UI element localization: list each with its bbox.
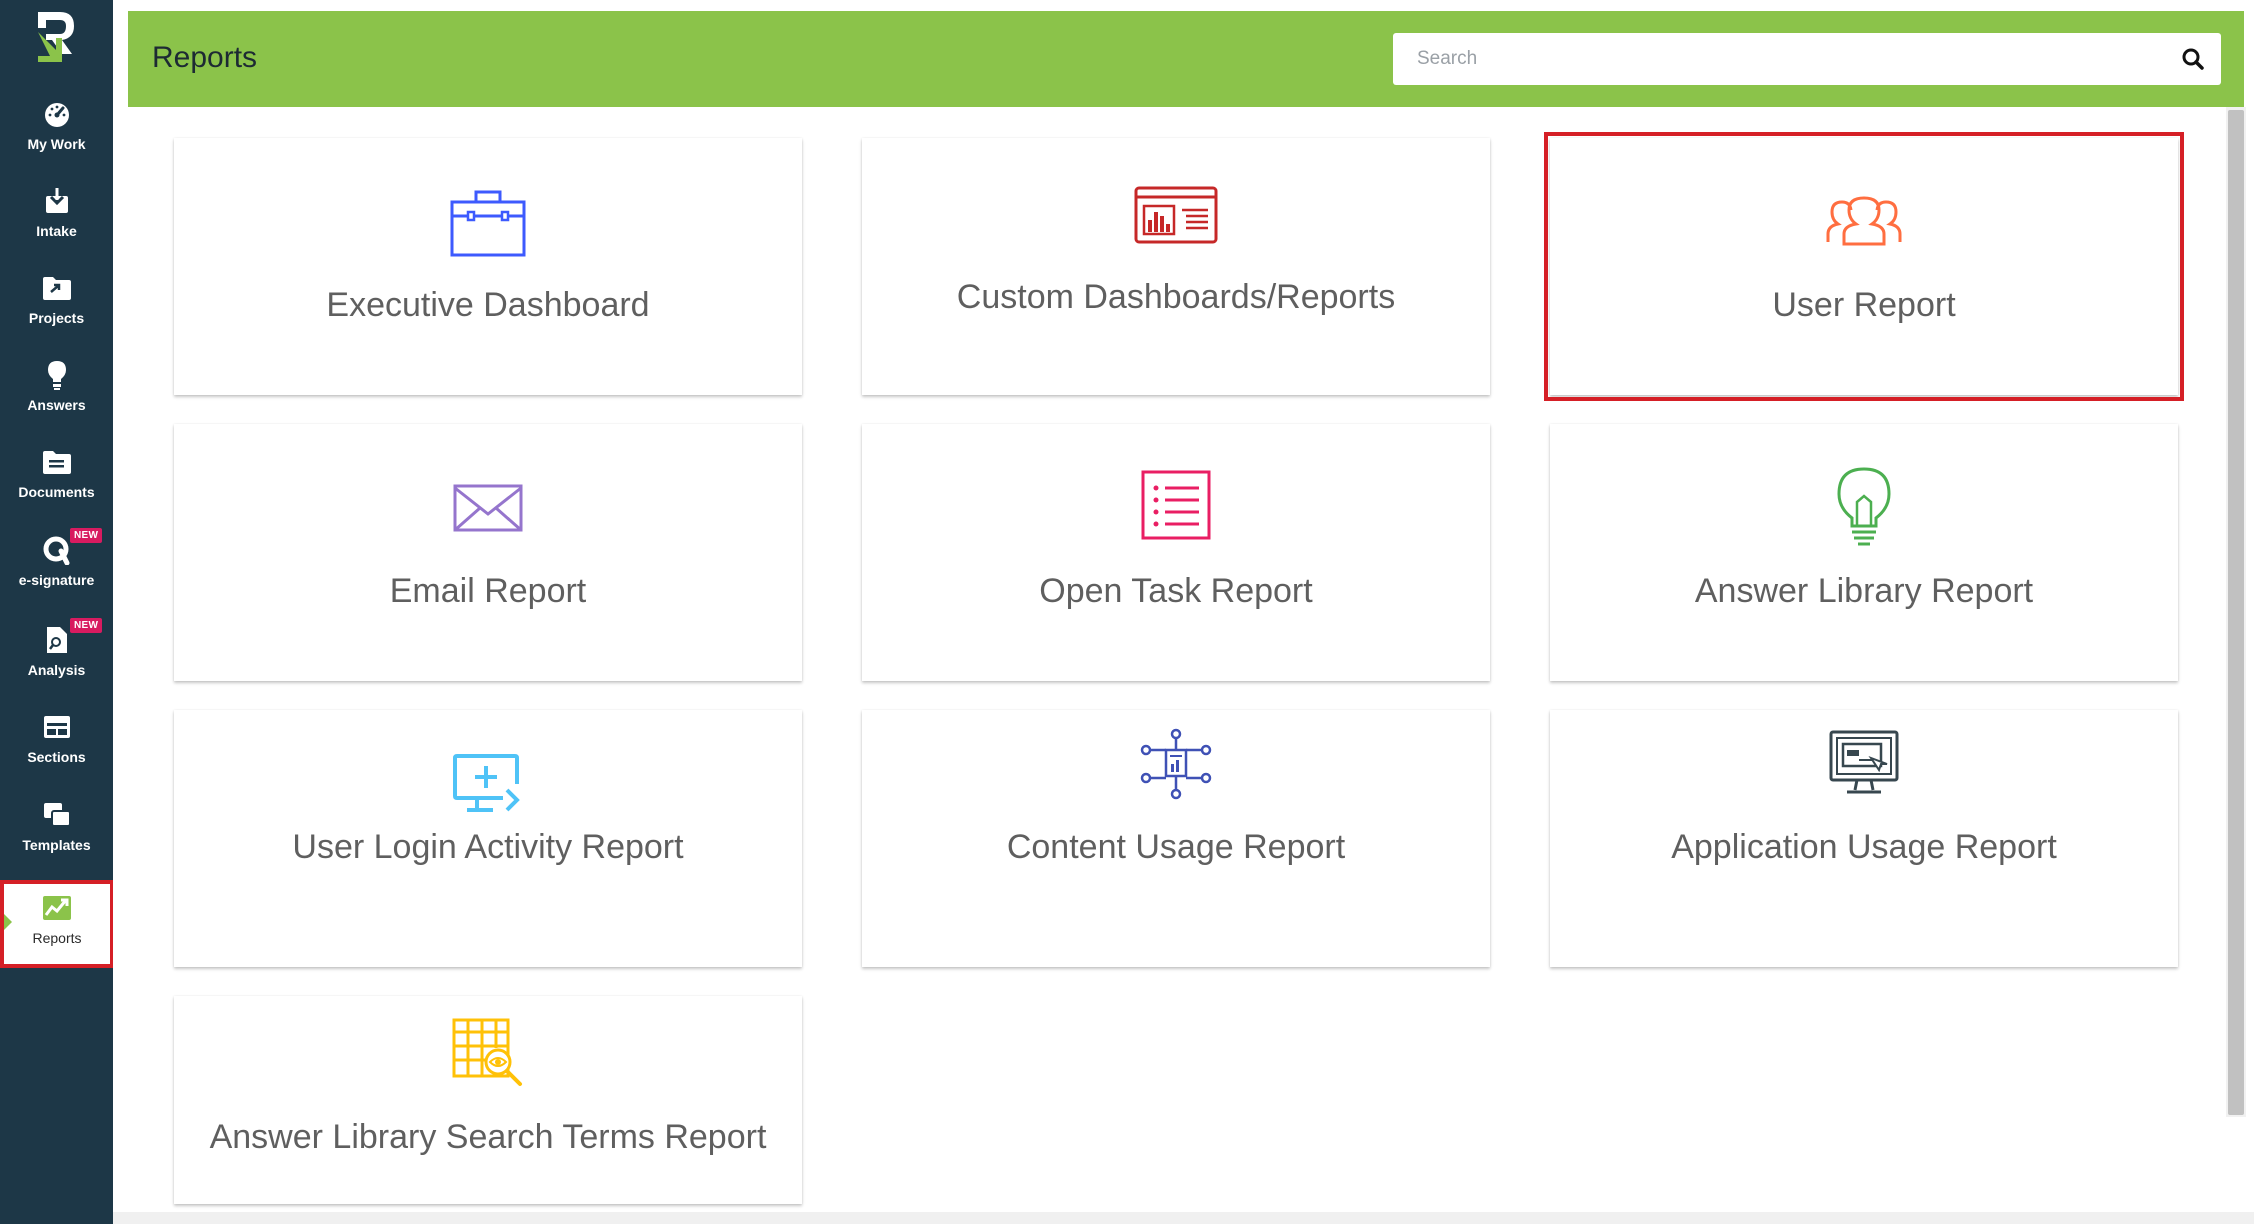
new-badge: NEW <box>70 528 103 543</box>
dashboard-chart-icon <box>862 186 1490 244</box>
templates-stack-icon <box>41 799 73 831</box>
card-title: User Login Activity Report <box>292 828 684 866</box>
card-open-task-report[interactable]: Open Task Report <box>862 424 1490 681</box>
sidebar-item-label: Analysis <box>27 662 86 678</box>
monitor-app-icon <box>1550 730 2178 798</box>
card-title: Answer Library Search Terms Report <box>209 1118 767 1156</box>
sidebar-item-label: Documents <box>18 484 95 500</box>
card-executive-dashboard[interactable]: Executive Dashboard <box>174 138 802 395</box>
app-logo-icon[interactable] <box>32 8 80 68</box>
card-custom-dashboards-reports[interactable]: Custom Dashboards/Reports <box>862 138 1490 395</box>
card-content-usage-report[interactable]: Content Usage Report <box>862 710 1490 967</box>
sidebar-item-label: e-signature <box>18 572 95 588</box>
sidebar-item-label: Templates <box>22 837 91 853</box>
card-title: Custom Dashboards/Reports <box>956 278 1396 316</box>
card-user-report[interactable]: User Report <box>1544 132 2184 401</box>
sidebar-item-label: Intake <box>36 223 77 239</box>
scrollbar-thumb[interactable] <box>2228 110 2244 1115</box>
sidebar-item-sections[interactable]: Sections <box>0 703 113 789</box>
card-title: Answer Library Report <box>1694 572 2034 610</box>
page-title: Reports <box>152 41 258 74</box>
document-analysis-icon <box>41 624 73 656</box>
sidebar-item-my-work[interactable]: My Work <box>0 90 113 176</box>
card-title: Executive Dashboard <box>326 286 650 324</box>
users-icon <box>1550 194 2178 246</box>
card-title: Application Usage Report <box>1671 828 2057 866</box>
sidebar-item-intake[interactable]: Intake <box>0 177 113 263</box>
sections-layout-icon <box>41 711 73 743</box>
card-answer-library-report[interactable]: Answer Library Report <box>1550 424 2178 681</box>
card-title: Open Task Report <box>1039 572 1313 610</box>
sidebar-item-label: Projects <box>28 310 85 326</box>
card-title: Email Report <box>389 572 587 610</box>
card-user-login-activity-report[interactable]: User Login Activity Report <box>174 710 802 967</box>
envelope-icon <box>174 484 802 532</box>
briefcase-icon <box>174 186 802 258</box>
inbox-download-icon <box>41 185 73 217</box>
documents-folder-icon <box>41 446 73 478</box>
speedometer-icon <box>41 98 73 130</box>
sidebar-item-reports[interactable]: Reports <box>0 880 114 968</box>
task-list-icon <box>862 470 1490 540</box>
sidebar-item-e-signature[interactable]: NEW e-signature <box>0 526 113 612</box>
monitor-login-icon <box>174 754 802 816</box>
folder-icon <box>41 272 73 304</box>
card-email-report[interactable]: Email Report <box>174 424 802 681</box>
search-box <box>1393 33 2221 85</box>
sidebar-item-documents[interactable]: Documents <box>0 438 113 524</box>
signature-icon <box>41 534 73 566</box>
card-title: Content Usage Report <box>1006 828 1346 866</box>
lightbulb-icon <box>1550 466 2178 548</box>
reports-chart-icon <box>41 892 73 924</box>
card-title: User Report <box>1772 286 1956 324</box>
horizontal-scrollbar <box>113 1212 2254 1224</box>
sidebar-item-answers[interactable]: Answers <box>0 351 113 437</box>
sidebar-item-analysis[interactable]: NEW Analysis <box>0 616 113 702</box>
card-answer-library-search-terms-report[interactable]: Answer Library Search Terms Report <box>174 996 802 1204</box>
active-indicator <box>4 914 12 930</box>
page-header: Reports <box>128 11 2244 107</box>
sidebar-item-projects[interactable]: Projects <box>0 264 113 350</box>
content-network-icon <box>862 728 1490 800</box>
new-badge: NEW <box>70 618 103 633</box>
sidebar-item-label: Reports <box>32 930 82 946</box>
sidebar-item-templates[interactable]: Templates <box>0 791 113 877</box>
grid-search-icon <box>174 1018 802 1088</box>
search-input[interactable] <box>1393 33 2163 85</box>
card-application-usage-report[interactable]: Application Usage Report <box>1550 710 2178 967</box>
sidebar-item-label: My Work <box>27 136 86 152</box>
sidebar-item-label: Sections <box>27 749 86 765</box>
lightbulb-icon <box>41 359 73 391</box>
sidebar-item-label: Answers <box>27 397 86 413</box>
search-icon[interactable] <box>2179 45 2207 73</box>
sidebar: My Work Intake Projects Answers Document… <box>0 0 114 1224</box>
